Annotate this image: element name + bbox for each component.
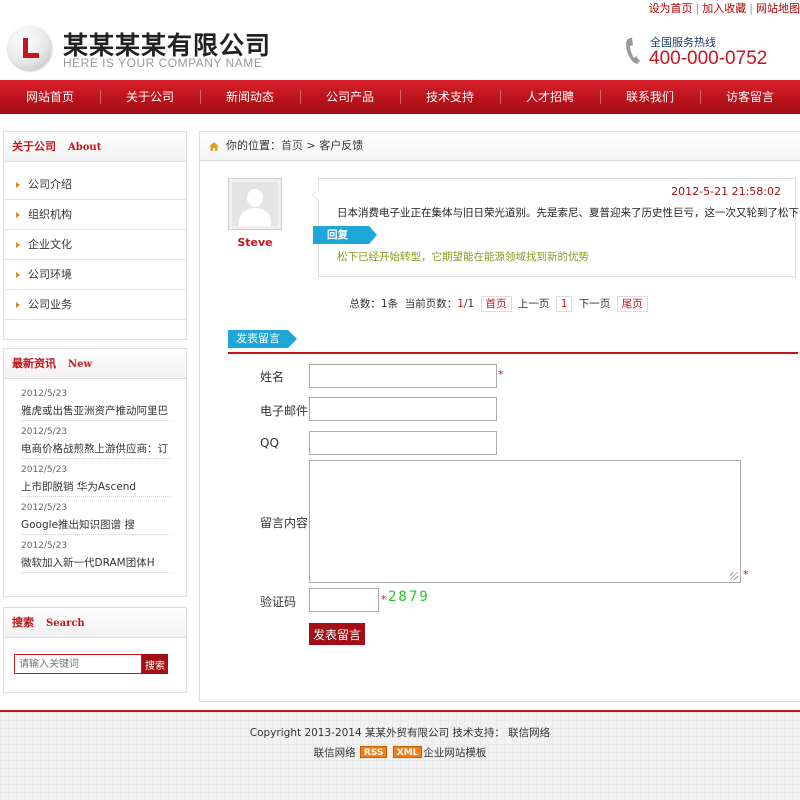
news-link[interactable]: Google推出知识图谱 搜 xyxy=(21,515,172,535)
content-required-mark: * xyxy=(743,568,749,581)
site-header: 某某某某有限公司 HERE IS YOUR COMPANY NAME 全国服务热… xyxy=(0,14,800,80)
news-link[interactable]: 雅虎或出售亚洲资产推动阿里巴 xyxy=(21,401,172,421)
news-box-title: 最新资讯 New xyxy=(4,349,186,379)
news-date: 2012/5/23 xyxy=(21,389,68,399)
list-item: 2012/5/23 Google推出知识图谱 搜 xyxy=(19,501,172,535)
pager-next-button[interactable]: 下一页 xyxy=(579,298,611,310)
list-item: 2012/5/23 微软加入新一代DRAM团体H xyxy=(19,539,172,573)
name-label: 姓名 xyxy=(260,370,285,384)
breadcrumb: 你的位置：首页 > 客户反馈 xyxy=(200,132,800,161)
message-bubble: 2012-5-21 21:58:02 日本消费电子业正在集体与旧日荣光道别。先是… xyxy=(312,178,799,277)
pager-last-button[interactable]: 尾页 xyxy=(616,296,648,312)
content-label: 留言内容 xyxy=(260,516,309,530)
message-body: 日本消费电子业正在集体与旧日荣光道别。先是索尼、夏普迎来了历史性巨亏，这一次又轮… xyxy=(337,207,799,219)
name-field[interactable] xyxy=(309,364,497,388)
user-silhouette-icon xyxy=(232,182,278,226)
nav-item-guestbook[interactable]: 访客留言 xyxy=(700,80,800,114)
news-date: 2012/5/23 xyxy=(21,465,68,475)
template-text: 企业网站模板 xyxy=(423,747,487,759)
qq-label: QQ xyxy=(260,436,279,450)
sidebar-item-environment[interactable]: 公司环境 xyxy=(4,260,186,290)
rss-badge[interactable]: RSS xyxy=(359,746,388,758)
submit-message-button[interactable]: 发表留言 xyxy=(309,623,366,645)
news-box: 最新资讯 New 2012/5/23 雅虎或出售亚洲资产推动阿里巴 2012/5/… xyxy=(3,348,187,597)
company-logo-icon[interactable] xyxy=(8,26,52,70)
resize-grip-icon[interactable] xyxy=(730,572,738,580)
message-author: Steve xyxy=(237,236,273,249)
pager-prev-button[interactable]: 上一页 xyxy=(518,298,550,310)
list-item: 2012/5/23 上市即脱销 华为Ascend xyxy=(19,463,172,497)
avatar xyxy=(228,178,282,230)
sidebar-item-culture[interactable]: 企业文化 xyxy=(4,230,186,260)
reply-body: 松下已经开始转型，它期望能在能源领域找到新的优势 xyxy=(337,251,589,263)
name-required-mark: * xyxy=(498,368,504,381)
company-subtitle: HERE IS YOUR COMPANY NAME xyxy=(63,56,263,70)
captcha-label: 验证码 xyxy=(260,595,297,609)
footer-links: 联信网络 RSS XML 企业网站模板 xyxy=(0,745,800,760)
nav-item-contact[interactable]: 联系我们 xyxy=(600,80,700,114)
captcha-required-mark: * xyxy=(381,593,387,606)
list-item: 2012/5/23 雅虎或出售亚洲资产推动阿里巴 xyxy=(19,387,172,421)
search-input[interactable] xyxy=(14,654,142,674)
message-content-textarea[interactable] xyxy=(309,460,741,583)
nav-item-jobs[interactable]: 人才招聘 xyxy=(500,80,600,114)
nav-item-products[interactable]: 公司产品 xyxy=(300,80,400,114)
copyright: Copyright 2013-2014 某某外贸有限公司 技术支持： 联信网络 xyxy=(249,727,551,739)
about-box: 关于公司 About 公司介绍 组织机构 企业文化 公司环境 公司业务 xyxy=(3,131,187,340)
nav-item-support[interactable]: 技术支持 xyxy=(400,80,500,114)
hotline-number: 400-000-0752 xyxy=(649,48,768,69)
top-links: 设为首页 | 加入收藏 | 网站地图 xyxy=(648,2,800,15)
news-date: 2012/5/23 xyxy=(21,427,68,437)
sidebar-item-structure[interactable]: 组织机构 xyxy=(4,200,186,230)
section-title: 发表留言 xyxy=(228,330,297,348)
site-footer: Copyright 2013-2014 某某外贸有限公司 技术支持： 联信网络 … xyxy=(0,710,800,800)
nav-item-home[interactable]: 网站首页 xyxy=(0,80,100,114)
list-item: 2012/5/23 电商价格战煎熬上游供应商：订 xyxy=(19,425,172,459)
news-date: 2012/5/23 xyxy=(21,503,68,513)
email-label: 电子邮件 xyxy=(260,404,309,418)
breadcrumb-current: 客户反馈 xyxy=(319,139,364,152)
main-content: 你的位置：首页 > 客户反馈 Steve 2012-5-21 21:58:02 … xyxy=(199,131,800,702)
home-icon xyxy=(209,142,219,151)
sidebar-item-business[interactable]: 公司业务 xyxy=(4,290,186,320)
phone-icon xyxy=(626,38,640,64)
qq-field[interactable] xyxy=(309,431,497,455)
news-link[interactable]: 电商价格战煎熬上游供应商：订 xyxy=(21,439,172,459)
breadcrumb-home-link[interactable]: 首页 xyxy=(281,139,303,152)
message-time: 2012-5-21 21:58:02 xyxy=(671,185,781,198)
pager-page-1[interactable]: 1 xyxy=(555,296,573,312)
post-message-section-header: 发表留言 xyxy=(228,328,798,354)
search-button[interactable]: 搜索 xyxy=(142,654,168,674)
nav-item-news[interactable]: 新闻动态 xyxy=(200,80,300,114)
main-nav: 网站首页 关于公司 新闻动态 公司产品 技术支持 人才招聘 联系我们 访客留言 xyxy=(0,80,800,114)
feedback-message: Steve 2012-5-21 21:58:02 日本消费电子业正在集体与旧日荣… xyxy=(228,178,799,278)
search-box-title: 搜索 Search xyxy=(4,608,186,638)
captcha-image[interactable]: 2879 xyxy=(388,589,430,605)
news-link[interactable]: 上市即脱销 华为Ascend xyxy=(21,477,172,497)
brand-link[interactable]: 联信网络 xyxy=(314,747,356,759)
pager-first-button[interactable]: 首页 xyxy=(480,296,512,312)
reply-label: 回复 xyxy=(313,226,377,244)
news-date: 2012/5/23 xyxy=(21,541,68,551)
pagination: 总数：1条 当前页数：1/1 首页 上一页 1 下一页 尾页 xyxy=(200,296,800,312)
email-field[interactable] xyxy=(309,397,497,421)
search-box: 搜索Search 搜索 xyxy=(3,607,187,693)
sidebar-item-intro[interactable]: 公司介绍 xyxy=(4,170,186,200)
news-link[interactable]: 微软加入新一代DRAM团体H xyxy=(21,553,172,573)
about-box-title: 关于公司 About xyxy=(4,132,186,162)
nav-item-about[interactable]: 关于公司 xyxy=(100,80,200,114)
captcha-field[interactable] xyxy=(309,588,379,612)
xml-badge[interactable]: XML xyxy=(392,746,423,758)
